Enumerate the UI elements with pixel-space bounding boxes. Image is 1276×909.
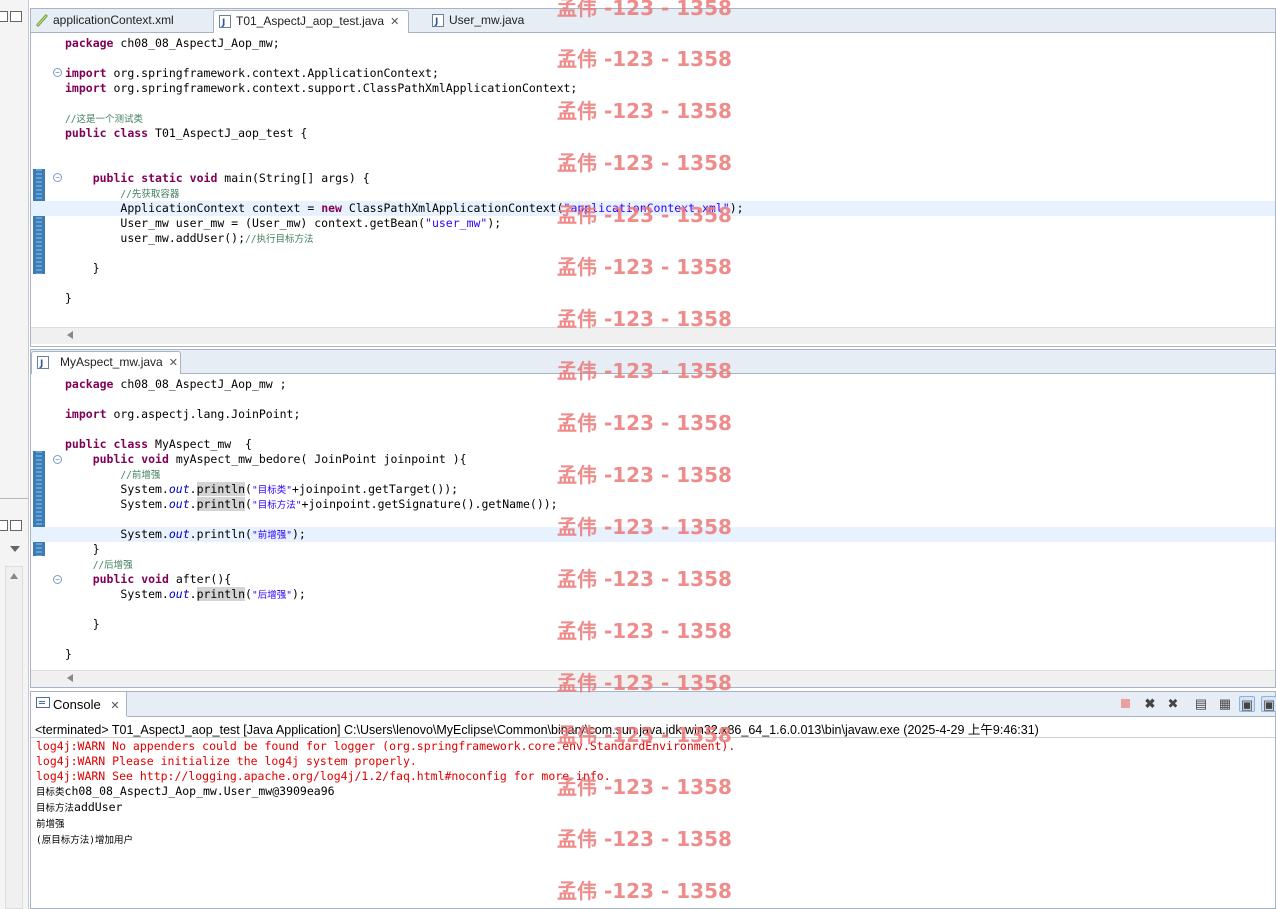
console-line: log4j:WARN See http://logging.apache.org…	[36, 769, 611, 783]
code-line: User_mw user_mw = (User_mw) context.getB…	[120, 216, 502, 230]
horizontal-scrollbar[interactable]	[31, 327, 1275, 344]
svg-text:J: J	[221, 18, 225, 28]
editor-pane-main: applicationContext.xml J T01_AspectJ_aop…	[30, 8, 1276, 347]
console-line: 前增强	[36, 819, 65, 830]
console-line: log4j:WARN No appenders could be found f…	[36, 739, 736, 753]
svg-text:J: J	[39, 359, 43, 369]
console-view: Console ✕ ✖ ✖ ▤ ▦ ▣ ▣ <terminated> T01_A…	[30, 691, 1276, 909]
left-panel-strip	[0, 0, 29, 909]
code-line: }	[92, 261, 100, 275]
close-icon[interactable]: ✕	[169, 357, 178, 369]
terminate-icon[interactable]	[1117, 696, 1133, 712]
code-line: //前增强	[120, 470, 161, 481]
code-line: import org.springframework.context.Appli…	[65, 66, 439, 80]
tab-label: User_mw.java	[449, 13, 525, 27]
editor-tab-bar: J MyAspect_mw.java ✕	[31, 350, 1275, 374]
code-line: public void after(){	[92, 572, 232, 586]
code-line: public static void main(String[] args) {	[92, 171, 370, 185]
code-line: public class MyAspect_mw {	[65, 437, 252, 451]
code-line: }	[92, 542, 100, 556]
tab-user-mw[interactable]: J User_mw.java	[427, 10, 545, 32]
console-line: (原目标方法)增加用户	[36, 835, 133, 846]
code-line: import org.springframework.context.suppo…	[65, 81, 578, 95]
scroll-lock-icon[interactable]: ▤	[1193, 696, 1209, 712]
code-line: user_mw.addUser();//执行目标方法	[120, 231, 314, 245]
code-line: public class T01_AspectJ_aop_test {	[65, 126, 308, 140]
tab-console[interactable]: Console ✕	[31, 692, 127, 716]
code-line-current: ApplicationContext context = new ClassPa…	[31, 201, 1275, 216]
code-line: public void myAspect_mw_bedore( JoinPoin…	[92, 452, 467, 466]
svg-text:J: J	[434, 17, 438, 27]
code-line: //先获取容器	[120, 189, 180, 200]
console-line: 目标方法addUser	[36, 800, 123, 814]
java-file-icon: J	[432, 14, 444, 27]
console-toolbar: ✖ ✖ ▤ ▦ ▣ ▣	[127, 692, 1276, 717]
code-line: //后增强	[92, 560, 133, 571]
minimize-button[interactable]	[0, 11, 8, 22]
console-line: 目标类ch08_08_AspectJ_Aop_mw.User_mw@3909ea…	[36, 784, 335, 798]
tab-myaspect-mw[interactable]: J MyAspect_mw.java ✕	[31, 351, 181, 374]
console-icon	[36, 697, 50, 708]
maximize-button[interactable]	[10, 520, 22, 531]
terminated-label: <terminated> T01_AspectJ_aop_test [Java …	[35, 723, 1039, 737]
vertical-scrollbar[interactable]	[5, 566, 23, 909]
minimize-button[interactable]	[0, 520, 8, 531]
scroll-up-icon[interactable]	[10, 573, 18, 579]
tab-label: applicationContext.xml	[53, 13, 174, 27]
code-line: }	[65, 647, 72, 661]
scroll-left-icon[interactable]	[67, 674, 73, 682]
code-line: System.out.println("后增强");	[120, 587, 306, 601]
java-file-icon: J	[219, 15, 231, 28]
code-line: System.out.println("目标方法"+joinpoint.getS…	[120, 497, 558, 511]
code-line: }	[65, 291, 72, 305]
tab-t01-aspectj-aop-test[interactable]: J T01_AspectJ_aop_test.java ✕	[213, 10, 409, 33]
pin-console-icon[interactable]: ▣	[1239, 696, 1255, 712]
console-line: log4j:WARN Please initialize the log4j s…	[36, 754, 417, 768]
code-line: package ch08_08_AspectJ_Aop_mw ;	[65, 377, 287, 391]
remove-launch-icon[interactable]: ✖	[1142, 696, 1158, 712]
maximize-button[interactable]	[10, 11, 22, 22]
close-icon[interactable]: ✕	[110, 700, 119, 712]
scroll-left-icon[interactable]	[67, 331, 73, 339]
code-line: package ch08_08_AspectJ_Aop_mw;	[65, 36, 280, 50]
code-line: }	[92, 617, 100, 631]
tab-label: MyAspect_mw.java	[60, 355, 163, 369]
code-editor[interactable]: − − package ch08_08_AspectJ_Aop_mw; impo…	[31, 32, 1275, 332]
code-line: import org.aspectj.lang.JoinPoint;	[65, 407, 301, 421]
close-icon[interactable]: ✕	[390, 16, 399, 28]
editor-pane-aspect: J MyAspect_mw.java ✕ − − package ch08_08_…	[30, 349, 1276, 688]
display-console-icon[interactable]: ▣	[1261, 696, 1276, 712]
tab-applicationcontext-xml[interactable]: applicationContext.xml	[31, 10, 213, 32]
xml-file-icon	[36, 14, 48, 27]
console-output[interactable]: log4j:WARN No appenders could be found f…	[36, 739, 735, 848]
code-editor[interactable]: − − package ch08_08_AspectJ_Aop_mw ; imp…	[31, 373, 1275, 673]
code-line: //这是一个测试类	[65, 114, 143, 125]
horizontal-scrollbar[interactable]	[31, 670, 1275, 687]
code-line-current: System.out.println("前增强");	[31, 527, 1275, 542]
java-file-icon: J	[37, 356, 49, 369]
editor-tab-bar: applicationContext.xml J T01_AspectJ_aop…	[31, 9, 1275, 33]
code-line: System.out.println("目标类"+joinpoint.getTa…	[120, 482, 459, 496]
remove-all-terminated-icon[interactable]: ✖	[1165, 696, 1181, 712]
console-tab-label: Console	[53, 697, 101, 712]
divider	[31, 737, 1275, 738]
word-wrap-icon[interactable]: ▦	[1217, 696, 1233, 712]
tab-label: T01_AspectJ_aop_test.java	[236, 14, 385, 28]
panel-divider	[0, 498, 28, 499]
view-menu-icon[interactable]	[10, 546, 20, 552]
